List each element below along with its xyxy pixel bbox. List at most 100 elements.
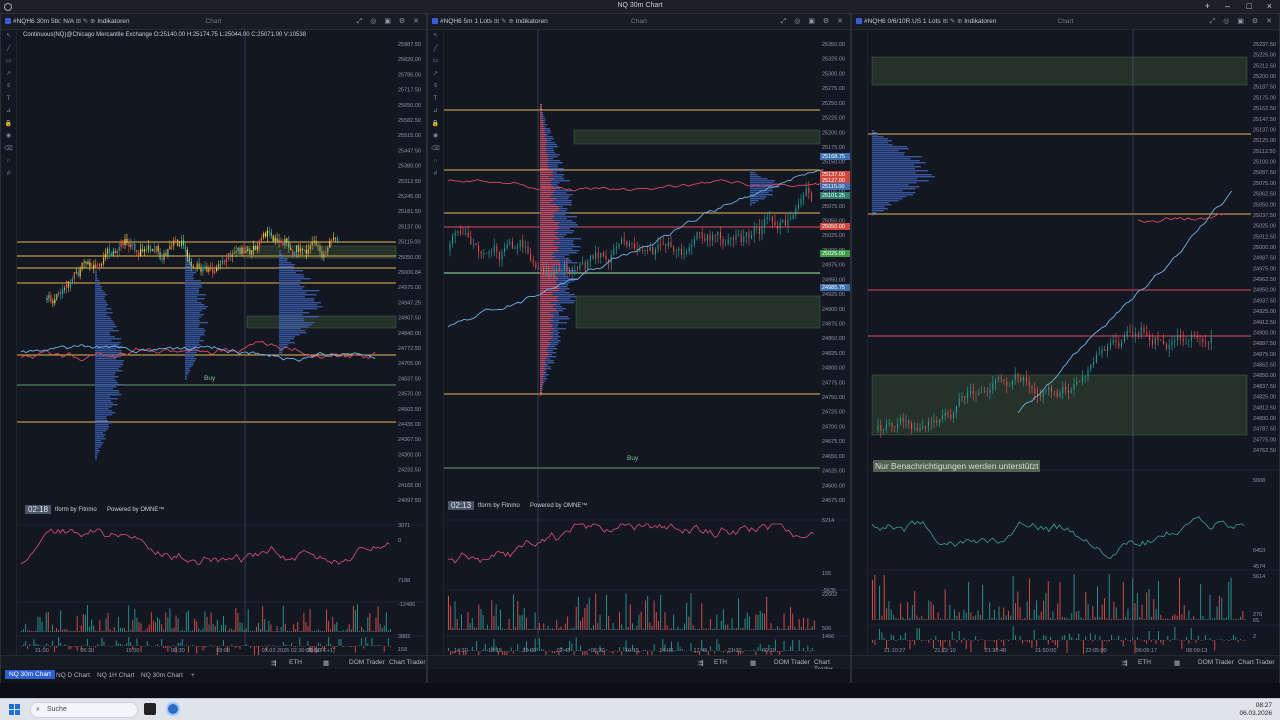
chart-trader-button[interactable]: Chart Trader xyxy=(389,659,426,666)
measure-icon[interactable]: ⊿ xyxy=(428,105,443,118)
scroll-icon[interactable]: ⇶ xyxy=(698,659,703,667)
scroll-icon[interactable]: ⇶ xyxy=(271,659,276,667)
histogram-bar xyxy=(190,645,192,646)
histogram-bar xyxy=(712,628,714,630)
session-select[interactable]: ETH xyxy=(714,659,727,666)
histogram-bar xyxy=(781,651,783,652)
drawing-toolbar[interactable] xyxy=(852,30,868,655)
histogram-bar xyxy=(1029,578,1031,620)
candle-body xyxy=(1160,340,1162,342)
candle-body xyxy=(288,241,290,248)
grid-icon[interactable]: # xyxy=(1,168,16,181)
ray-tool-icon[interactable]: ↗ xyxy=(1,68,16,81)
magnet-icon[interactable]: ∩ xyxy=(428,155,443,168)
volume-profile-bar xyxy=(279,322,315,324)
volume-profile-bar xyxy=(540,164,548,166)
calendar-icon[interactable]: ▦ xyxy=(750,659,756,667)
time-tick-label: 06:30 xyxy=(80,648,94,654)
trash-icon[interactable]: ⌫ xyxy=(428,143,443,156)
scroll-icon[interactable]: ⇶ xyxy=(1122,659,1127,667)
histogram-bar xyxy=(686,651,688,652)
histogram-bar xyxy=(571,627,573,630)
price-tick-label: 25820.00 xyxy=(398,57,421,63)
candle-body xyxy=(235,251,237,253)
candle-body xyxy=(472,243,474,245)
chart-canvas[interactable]: 25887.5025820.0025785.0025717.5025650.00… xyxy=(17,30,426,655)
candle-body xyxy=(216,268,218,271)
rect-tool-icon[interactable]: ▭ xyxy=(1,55,16,68)
tab-nq-1h[interactable]: NQ 1H Chart xyxy=(97,672,135,679)
dom-trader-button[interactable]: DOM Trader xyxy=(1198,659,1234,666)
histogram-bar xyxy=(1150,616,1152,620)
chart-canvas[interactable]: 25350.0025325.0025300.0025275.0025250.00… xyxy=(444,30,850,655)
histogram-bar xyxy=(515,649,517,651)
candle-body xyxy=(454,232,456,236)
drawing-toolbar[interactable]: ↖ ╱ ▭ ↗ ≡ T ⊿ 🔒 ◉ ⌫ ∩ # xyxy=(428,30,444,655)
rect-tool-icon[interactable]: ▭ xyxy=(428,55,443,68)
histogram-bar xyxy=(311,630,313,632)
measure-icon[interactable]: ⊿ xyxy=(1,105,16,118)
close-icon[interactable]: × xyxy=(1267,1,1272,11)
candle-body xyxy=(104,254,107,258)
tab-nq-30m-2[interactable]: NQ 30m Chart xyxy=(141,672,183,679)
maximize-icon[interactable]: □ xyxy=(1247,1,1252,11)
ray-tool-icon[interactable]: ↗ xyxy=(428,68,443,81)
trash-icon[interactable]: ⌫ xyxy=(1,143,16,156)
text-tool-icon[interactable]: T xyxy=(1,93,16,106)
histogram-bar xyxy=(469,650,471,651)
text-tool-icon[interactable]: T xyxy=(428,93,443,106)
add-window-icon[interactable]: + xyxy=(1205,1,1210,11)
eye-icon[interactable]: ◉ xyxy=(1,130,16,143)
calendar-icon[interactable]: ▦ xyxy=(1174,659,1180,667)
terminal-app-icon[interactable] xyxy=(144,703,156,715)
histogram-bar xyxy=(159,619,161,632)
chart-canvas[interactable]: 25237.5025225.0025212.5025200.0025187.50… xyxy=(868,30,1280,655)
minimize-icon[interactable]: – xyxy=(1225,1,1230,11)
line-tool-icon[interactable]: ╱ xyxy=(428,43,443,56)
panel-toolbar-icons[interactable]: ⤢ ◎ ▣ ⚙ ✕ xyxy=(357,17,422,26)
add-tab-button[interactable]: + xyxy=(191,672,195,679)
tab-nq-d[interactable]: NQ D Chart xyxy=(56,672,90,679)
histogram-bar xyxy=(142,630,144,632)
histogram-bar xyxy=(1179,640,1181,641)
lock-icon[interactable]: 🔒 xyxy=(1,118,16,131)
calendar-icon[interactable]: ▦ xyxy=(323,659,329,667)
line-tool-icon[interactable]: ╱ xyxy=(1,43,16,56)
histogram-bar xyxy=(163,629,165,632)
volume-profile-bar xyxy=(872,176,935,178)
eye-icon[interactable]: ◉ xyxy=(428,130,443,143)
taskbar-search[interactable]: ⌕ Suche xyxy=(30,702,138,718)
chart-area[interactable]: 25237.50 25225.00 25212.50 25200.00 25187.50… xyxy=(868,30,1279,655)
histogram-bar xyxy=(1064,617,1066,620)
candle-body xyxy=(808,188,810,193)
panel-toolbar-icons[interactable]: ⤢ ◎ ▣ ⚙ ✕ xyxy=(781,17,846,26)
candle-body xyxy=(255,246,257,250)
lock-icon[interactable]: 🔒 xyxy=(428,118,443,131)
magnet-icon[interactable]: ∩ xyxy=(1,155,16,168)
trading-app-icon[interactable] xyxy=(166,702,180,716)
dom-trader-button[interactable]: DOM Trader xyxy=(349,659,385,666)
chart-area[interactable]: 25350.00 25325.00 25300.00 25275.00 25250.00… xyxy=(444,30,850,655)
histogram-bar xyxy=(1129,640,1131,642)
tab-nq-30m[interactable]: NQ 30m Chart xyxy=(5,670,55,679)
cursor-icon[interactable]: ↖ xyxy=(428,30,443,43)
candle-body xyxy=(1067,390,1069,393)
cursor-icon[interactable]: ↖ xyxy=(1,30,16,43)
session-select[interactable]: ETH xyxy=(1138,659,1151,666)
drawing-toolbar[interactable]: ↖ ╱ ▭ ↗ ≡ T ⊿ 🔒 ◉ ⌫ ∩ # xyxy=(1,30,17,655)
chart-area[interactable]: Continuous(NQ)@Chicago Mercantile Exchan… xyxy=(17,30,426,655)
dom-trader-button[interactable]: DOM Trader xyxy=(774,659,810,666)
price-tick-label: 24300.00 xyxy=(398,452,421,458)
volume-profile-bar xyxy=(540,232,559,234)
chart-trader-button[interactable]: Chart Trader xyxy=(1238,659,1275,666)
windows-start-icon[interactable] xyxy=(9,704,21,716)
grid-icon[interactable]: # xyxy=(428,168,443,181)
candle-body xyxy=(294,252,296,257)
session-select[interactable]: ETH xyxy=(289,659,302,666)
histogram-bar xyxy=(1017,591,1019,620)
histogram-bar xyxy=(925,618,927,620)
panel-toolbar-icons[interactable]: ⤢ ◎ ▣ ⚙ ✕ xyxy=(1210,17,1275,26)
fib-tool-icon[interactable]: ≡ xyxy=(428,80,443,93)
fib-tool-icon[interactable]: ≡ xyxy=(1,80,16,93)
volume-profile-bar xyxy=(279,276,305,278)
